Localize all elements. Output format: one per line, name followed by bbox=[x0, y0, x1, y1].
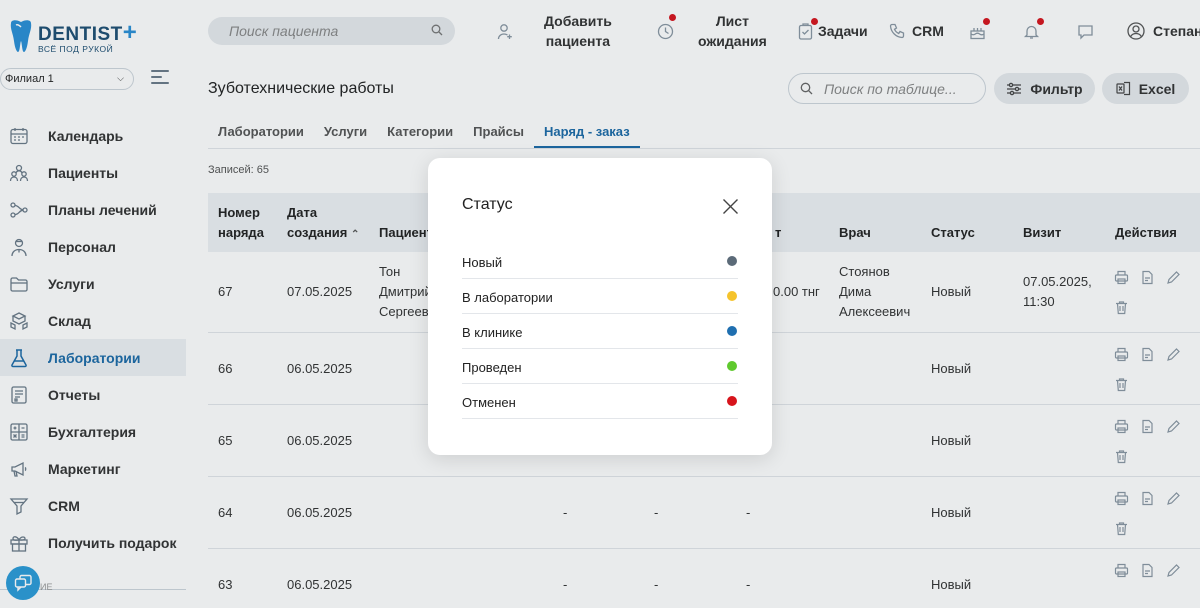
status-label: В клинике bbox=[462, 325, 523, 340]
close-icon[interactable] bbox=[722, 198, 739, 215]
status-color-dot bbox=[727, 256, 737, 266]
status-label: Новый bbox=[462, 255, 503, 270]
status-color-dot bbox=[727, 291, 737, 301]
status-item-in-clinic[interactable]: В клинике bbox=[462, 314, 738, 349]
modal-title: Статус bbox=[462, 196, 513, 213]
status-item-in-lab[interactable]: В лаборатории bbox=[462, 279, 738, 314]
status-color-dot bbox=[727, 396, 737, 406]
status-label: В лаборатории bbox=[462, 290, 553, 305]
status-modal: Статус Новый В лаборатории В клинике Про… bbox=[428, 158, 772, 455]
status-list: Новый В лаборатории В клинике Проведен О… bbox=[462, 244, 738, 419]
status-item-completed[interactable]: Проведен bbox=[462, 349, 738, 384]
status-color-dot bbox=[727, 361, 737, 371]
status-label: Отменен bbox=[462, 395, 516, 410]
status-color-dot bbox=[727, 326, 737, 336]
status-item-new[interactable]: Новый bbox=[462, 244, 738, 279]
status-item-cancelled[interactable]: Отменен bbox=[462, 384, 738, 419]
app-root: DENTIST+ ВСЁ ПОД РУКОЙ Филиал 1 ⌵ Календ… bbox=[0, 0, 1200, 608]
status-label: Проведен bbox=[462, 360, 522, 375]
